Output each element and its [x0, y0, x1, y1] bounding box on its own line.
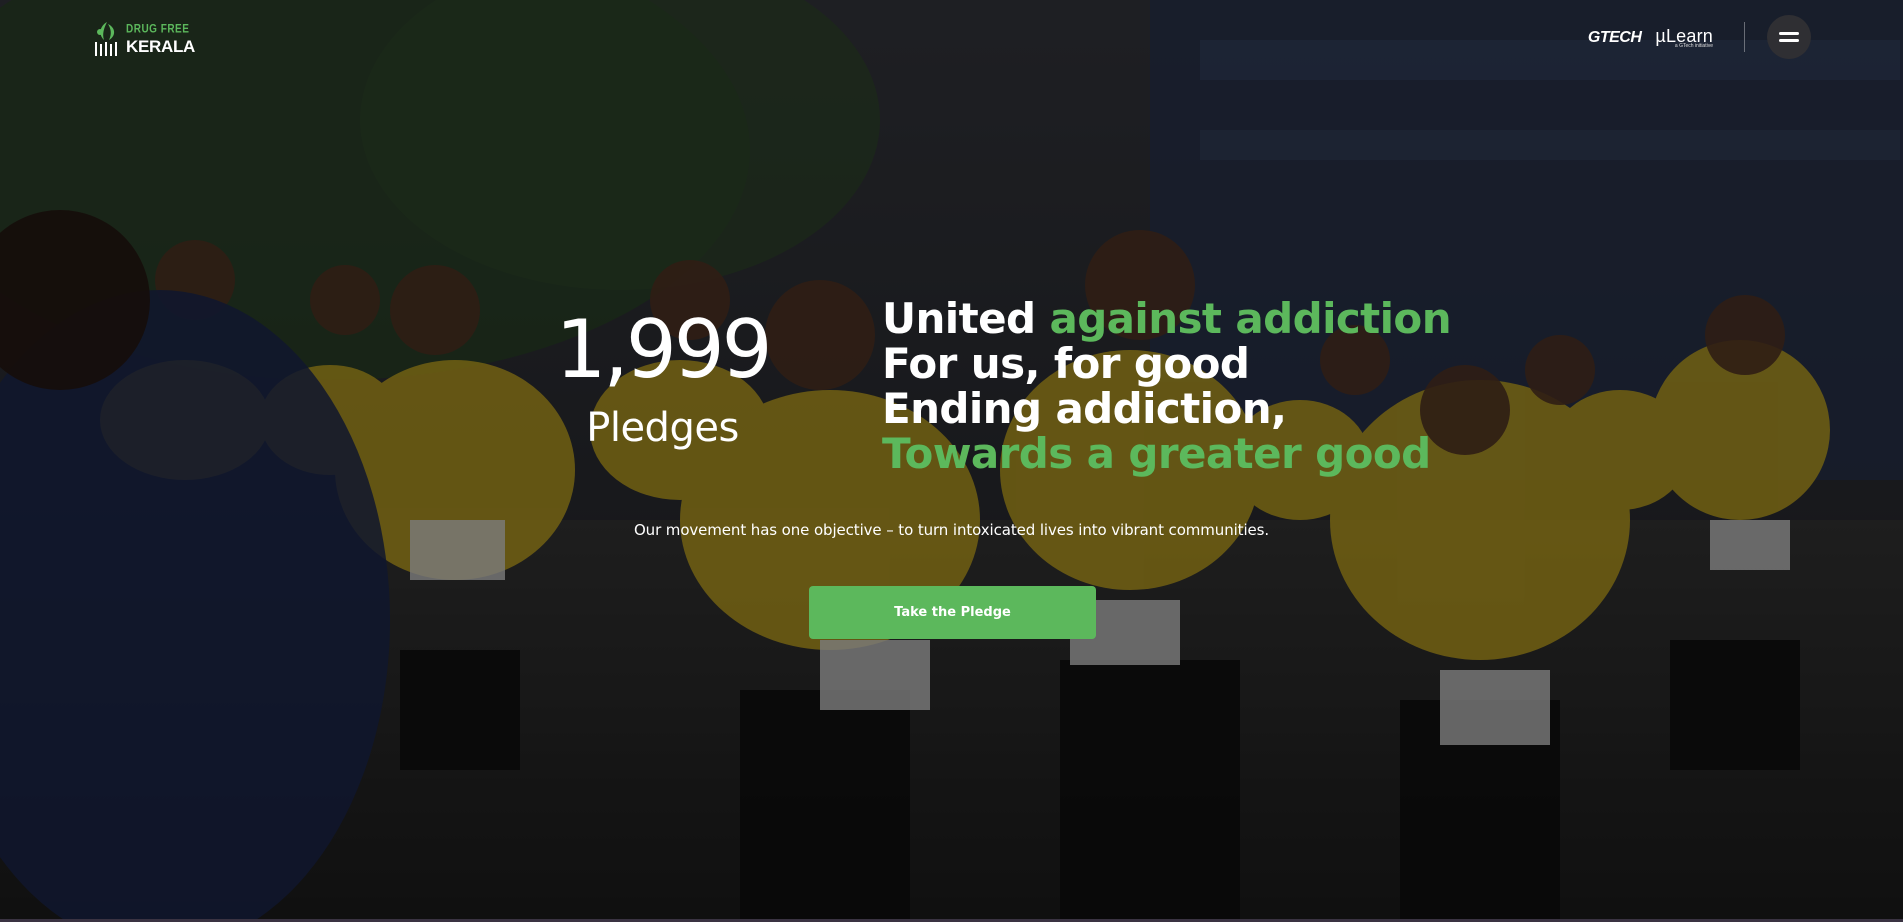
pledge-count: 1,999	[555, 303, 772, 396]
mulearn-logo-subtext: a GTech initiative	[1674, 43, 1713, 49]
take-pledge-button[interactable]: Take the Pledge	[809, 586, 1096, 639]
headline-line-1-green: against addiction	[1049, 294, 1451, 343]
headline-line-3: Ending addiction,	[882, 384, 1287, 433]
hamburger-icon-bar-top	[1779, 32, 1799, 35]
site-header: DRUG FREE KERALA GTECH µLearn a GTech in…	[0, 0, 1903, 76]
hero-section: DRUG FREE KERALA GTECH µLearn a GTech in…	[0, 0, 1903, 922]
headline-line-2: For us, for good	[882, 339, 1250, 388]
gtech-logo[interactable]: GTECH	[1588, 29, 1642, 47]
mulearn-logo[interactable]: µLearn a GTech initiative	[1655, 27, 1713, 49]
headline-line-1: United against addiction	[882, 294, 1452, 343]
hero-headline: United against addiction For us, for goo…	[882, 294, 1452, 478]
logo-text-bottom: KERALA	[126, 37, 196, 56]
logo-mark-icon	[95, 22, 117, 56]
headline-line-1-white: United	[882, 294, 1050, 343]
headline-line-4: Towards a greater good	[882, 429, 1431, 478]
header-divider	[1744, 22, 1745, 52]
drug-free-kerala-logo[interactable]: DRUG FREE KERALA	[92, 18, 195, 58]
hamburger-icon-bar-bottom	[1779, 39, 1799, 42]
hero-subtext: Our movement has one objective – to turn…	[633, 521, 1270, 539]
pledge-counter: 1,999 Pledges	[545, 303, 780, 451]
pledge-count-label: Pledges	[586, 405, 739, 451]
logo-text-top: DRUG FREE	[126, 22, 190, 36]
partner-logos: GTECH µLearn a GTech initiative	[1588, 27, 1713, 49]
menu-button[interactable]	[1767, 15, 1811, 59]
